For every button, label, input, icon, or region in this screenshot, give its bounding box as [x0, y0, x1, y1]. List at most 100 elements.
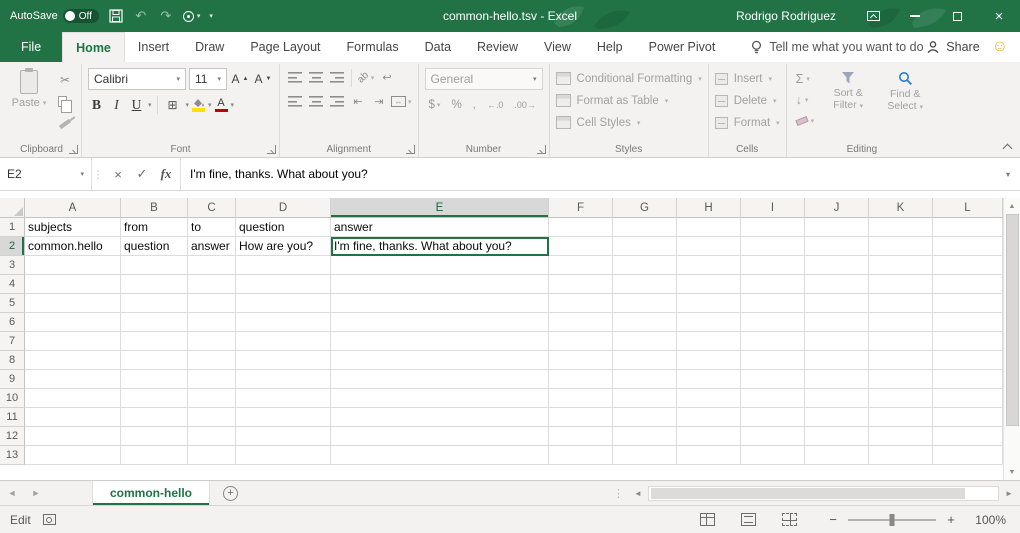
cell-D8[interactable]	[236, 351, 331, 370]
cell-H13[interactable]	[677, 446, 741, 465]
cell-A3[interactable]	[25, 256, 121, 275]
cell-L2[interactable]	[933, 237, 1003, 256]
row-header-8[interactable]: 8	[0, 351, 25, 370]
borders-caret-icon[interactable]: ▾	[186, 101, 190, 109]
number-dialog-launcher[interactable]	[537, 145, 546, 154]
cell-D1[interactable]: question	[236, 218, 331, 237]
cell-K5[interactable]	[869, 294, 933, 313]
column-header-I[interactable]: I	[741, 198, 805, 218]
find-select-button[interactable]: Find & Select ▾	[879, 68, 931, 112]
cell-C8[interactable]	[188, 351, 236, 370]
zoom-slider-thumb[interactable]	[890, 514, 895, 526]
cell-L6[interactable]	[933, 313, 1003, 332]
cell-J11[interactable]	[805, 408, 869, 427]
cell-B12[interactable]	[121, 427, 188, 446]
wrap-text-icon[interactable]: ↩	[378, 68, 396, 87]
close-button[interactable]: ×	[978, 0, 1020, 32]
cell-F6[interactable]	[549, 313, 613, 332]
percent-style-icon[interactable]: %	[447, 95, 465, 114]
cell-K2[interactable]	[869, 237, 933, 256]
cell-L11[interactable]	[933, 408, 1003, 427]
cell-I12[interactable]	[741, 427, 805, 446]
cell-B3[interactable]	[121, 256, 188, 275]
cell-C13[interactable]	[188, 446, 236, 465]
cell-E3[interactable]	[331, 256, 549, 275]
cell-H6[interactable]	[677, 313, 741, 332]
tab-formulas[interactable]: Formulas	[334, 32, 412, 62]
cell-B8[interactable]	[121, 351, 188, 370]
column-header-C[interactable]: C	[188, 198, 236, 218]
cell-G6[interactable]	[613, 313, 677, 332]
tab-review[interactable]: Review	[464, 32, 531, 62]
cell-G9[interactable]	[613, 370, 677, 389]
cell-I11[interactable]	[741, 408, 805, 427]
scroll-up-icon[interactable]: ▲	[1004, 198, 1020, 214]
cell-H5[interactable]	[677, 294, 741, 313]
zoom-in-button[interactable]: +	[945, 512, 957, 527]
redo-icon[interactable]: ↷	[158, 8, 174, 24]
select-all-corner[interactable]	[0, 198, 25, 218]
ribbon-display-options-icon[interactable]	[852, 0, 894, 32]
cell-H3[interactable]	[677, 256, 741, 275]
cell-F11[interactable]	[549, 408, 613, 427]
cell-H4[interactable]	[677, 275, 741, 294]
bottom-align-icon[interactable]	[328, 68, 346, 87]
cell-E2[interactable]: I'm fine, thanks. What about you?	[331, 237, 549, 256]
cell-I8[interactable]	[741, 351, 805, 370]
tab-power-pivot[interactable]: Power Pivot	[636, 32, 729, 62]
autosum-button[interactable]: Σ▾	[793, 69, 818, 88]
cell-A1[interactable]: subjects	[25, 218, 121, 237]
cell-K1[interactable]	[869, 218, 933, 237]
share-button[interactable]: Share	[926, 32, 979, 62]
tab-draw[interactable]: Draw	[182, 32, 237, 62]
cell-G8[interactable]	[613, 351, 677, 370]
cell-A4[interactable]	[25, 275, 121, 294]
tab-help[interactable]: Help	[584, 32, 636, 62]
cell-D12[interactable]	[236, 427, 331, 446]
row-header-2[interactable]: 2	[0, 237, 25, 256]
column-header-J[interactable]: J	[805, 198, 869, 218]
cell-C9[interactable]	[188, 370, 236, 389]
copy-icon[interactable]: ▾	[55, 92, 75, 111]
center-icon[interactable]	[307, 92, 325, 111]
cell-E5[interactable]	[331, 294, 549, 313]
cell-G4[interactable]	[613, 275, 677, 294]
cell-C2[interactable]: answer	[188, 237, 236, 256]
page-layout-view-icon[interactable]	[741, 513, 756, 526]
cell-styles-button[interactable]: Cell Styles▾	[556, 112, 702, 133]
cell-K11[interactable]	[869, 408, 933, 427]
formula-input[interactable]: I'm fine, thanks. What about you?	[181, 158, 996, 190]
cell-B7[interactable]	[121, 332, 188, 351]
font-size-select[interactable]: 11▾	[189, 68, 227, 90]
sheet-tab-common-hello[interactable]: common-hello	[92, 481, 210, 505]
cell-E10[interactable]	[331, 389, 549, 408]
vertical-scrollbar-thumb[interactable]	[1006, 214, 1019, 426]
cell-F4[interactable]	[549, 275, 613, 294]
orientation-icon[interactable]: ab▾	[357, 68, 375, 87]
column-header-B[interactable]: B	[121, 198, 188, 218]
fill-button[interactable]: ↓▾	[793, 90, 818, 109]
fill-color-caret-icon[interactable]: ▾	[208, 101, 212, 109]
cell-J2[interactable]	[805, 237, 869, 256]
tab-page-layout[interactable]: Page Layout	[237, 32, 333, 62]
cell-L7[interactable]	[933, 332, 1003, 351]
insert-cells-button[interactable]: Insert▾	[715, 68, 780, 89]
hscroll-right-icon[interactable]: ►	[1001, 489, 1017, 498]
zoom-level[interactable]: 100%	[966, 513, 1006, 527]
cell-G5[interactable]	[613, 294, 677, 313]
zoom-out-button[interactable]: −	[827, 512, 839, 527]
tab-view[interactable]: View	[531, 32, 584, 62]
cell-I4[interactable]	[741, 275, 805, 294]
cell-F3[interactable]	[549, 256, 613, 275]
cell-A6[interactable]	[25, 313, 121, 332]
cell-J9[interactable]	[805, 370, 869, 389]
increase-indent-icon[interactable]: ⇥	[370, 92, 388, 111]
cell-I5[interactable]	[741, 294, 805, 313]
alignment-dialog-launcher[interactable]	[406, 145, 415, 154]
cell-D3[interactable]	[236, 256, 331, 275]
increase-decimal-icon[interactable]: ←.0	[483, 95, 508, 114]
cell-G3[interactable]	[613, 256, 677, 275]
sheet-next-icon[interactable]: ►	[24, 481, 48, 505]
cell-G12[interactable]	[613, 427, 677, 446]
column-header-A[interactable]: A	[25, 198, 121, 218]
